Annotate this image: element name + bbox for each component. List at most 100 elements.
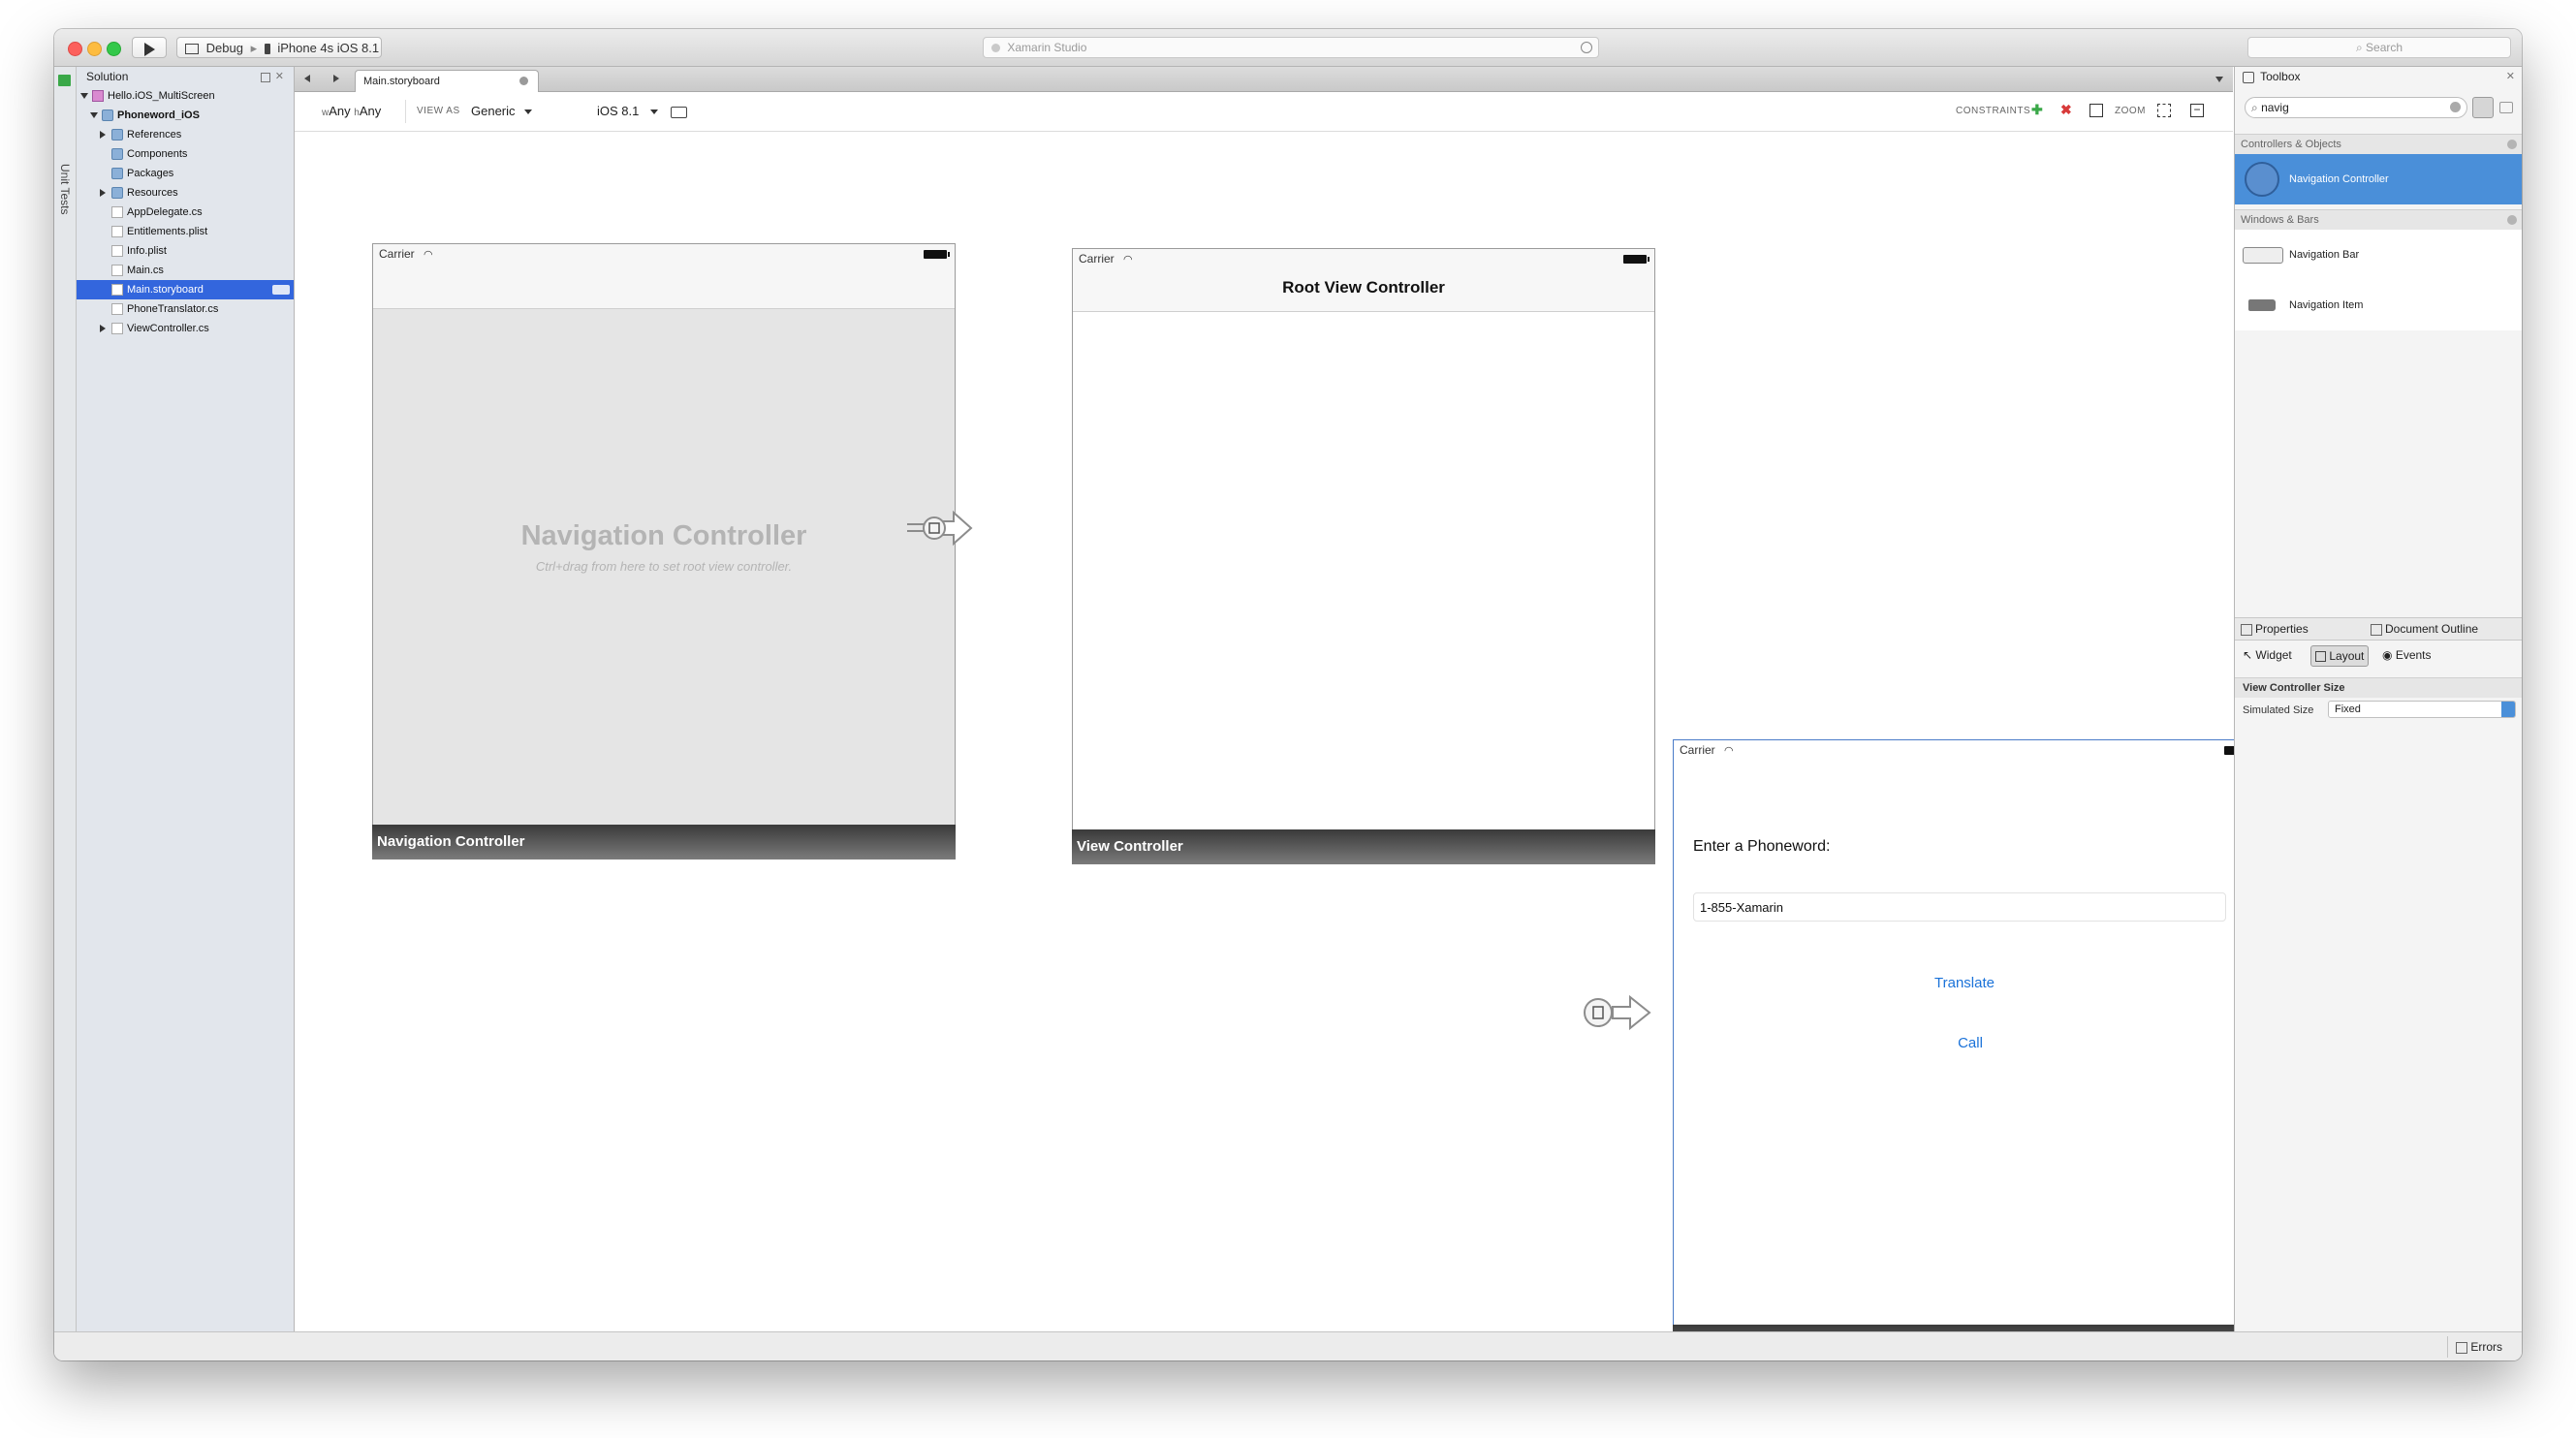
pad-close-icon[interactable]: ✕ [2506,67,2515,86]
storyboard-canvas[interactable]: Carrier ◠ Navigation Controller Ctrl+dra… [295,132,2256,1360]
wifi-icon: ◠ [1123,254,1133,266]
tab-close-icon[interactable] [519,77,528,85]
battery-icon [924,250,950,259]
tree-item[interactable]: Packages [77,164,294,183]
relationship-segue[interactable] [907,505,975,553]
run-button[interactable] [132,37,167,58]
tab-document-outline[interactable]: Document Outline [2371,618,2478,640]
view-as-value: Generic [471,104,516,118]
carrier-label: Carrier [1079,252,1115,266]
view-as-dropdown[interactable]: Generic [471,104,533,118]
tree-item[interactable]: Main.cs [77,261,294,280]
phoneword-view-controller-scene[interactable]: Carrier ◠ Enter a Phoneword: 1-855-Xamar… [1673,739,2256,1360]
remove-constraints-icon[interactable]: ✖ [2060,103,2074,116]
file-icon [111,323,123,334]
dropdown-arrow-icon [524,109,533,115]
section-windows-bars[interactable]: Windows & Bars [2235,209,2522,231]
toolbox-item-navigation-bar[interactable]: Navigation Bar [2235,230,2522,280]
call-button[interactable]: Call [1680,1035,2261,1051]
close-window-button[interactable] [68,42,82,56]
pad-close-icon[interactable]: ✕ [275,67,284,86]
toolbox-item-navigation-controller[interactable]: Navigation Controller [2235,154,2522,204]
tree-item[interactable]: AppDelegate.cs [77,203,294,222]
add-constraints-icon[interactable]: ✚ [2031,103,2045,116]
tree-item-label: Packages [127,168,174,179]
project-icon [102,109,113,121]
disclosure-closed-icon[interactable] [100,325,106,332]
disclosure-open-icon[interactable] [80,93,88,99]
grid-view-toggle[interactable] [2499,102,2513,113]
status-bar: Carrier ◠ [373,244,955,309]
pad-options-icon[interactable] [261,73,270,82]
simulated-size-value: Fixed [2335,703,2361,715]
tab-properties[interactable]: Properties [2241,618,2309,640]
tree-item[interactable]: References [77,125,294,144]
zoom-fit-icon[interactable] [2157,104,2171,117]
subtab-layout[interactable]: Layout [2310,645,2370,667]
tab-main-storyboard[interactable]: Main.storyboard [355,70,539,92]
toolbox-title: Toolbox [2260,70,2301,83]
clear-search-icon[interactable] [2450,102,2461,112]
tree-item[interactable]: Hello.iOS_MultiScreen [77,86,294,106]
properties-section-header: View Controller Size [2235,677,2522,698]
phoneword-text-field[interactable]: 1-855-Xamarin [1693,892,2226,922]
tree-item[interactable]: Phoneword_iOS [77,106,294,125]
build-config-selector[interactable]: Debug ▸ iPhone 4s iOS 8.1 [176,37,382,58]
disclosure-closed-icon[interactable] [100,189,106,197]
list-view-toggle[interactable] [2472,97,2494,118]
size-class-selector[interactable]: wAny hAny [322,104,381,118]
outline-icon [2371,623,2382,636]
ios-version-value: iOS 8.1 [597,104,640,118]
toolbar-divider [405,100,406,123]
zoom-window-button[interactable] [107,42,121,56]
tree-item[interactable]: Entitlements.plist [77,222,294,241]
navigation-controller-scene[interactable]: Carrier ◠ Navigation Controller Ctrl+dra… [372,243,956,860]
carrier-label: Carrier [1680,743,1715,757]
orientation-toggle[interactable] [671,107,687,118]
simulated-size-dropdown[interactable]: Fixed [2328,701,2516,718]
translate-button[interactable]: Translate [1674,975,2255,991]
tree-item[interactable]: Components [77,144,294,164]
update-frames-icon[interactable] [2089,104,2103,117]
collapse-section-icon[interactable] [2507,215,2517,225]
file-icon [111,265,123,276]
disclosure-closed-icon[interactable] [100,131,106,139]
unit-tests-tab[interactable]: Unit Tests [58,164,72,214]
toolbox-search-input[interactable]: ⌕ navig [2245,97,2467,118]
ide-window: Debug ▸ iPhone 4s iOS 8.1 Xamarin Studio… [54,29,2522,1360]
errors-button[interactable]: Errors [2447,1336,2510,1358]
phoneword-text-value: 1-855-Xamarin [1700,900,1783,915]
subtab-events[interactable]: ◉ Events [2382,642,2432,668]
forward-nav-icon[interactable] [333,75,339,82]
section-controllers-objects[interactable]: Controllers & Objects [2235,134,2522,155]
tab-list-dropdown-icon[interactable] [2215,77,2223,82]
toolbox-item-navigation-item[interactable]: Navigation Item [2235,280,2522,330]
disclosure-open-icon[interactable] [90,112,98,118]
left-pad-strip: Unit Tests [54,67,77,1360]
collapse-section-icon[interactable] [2507,140,2517,149]
minimize-window-button[interactable] [87,42,102,56]
tree-item[interactable]: Resources [77,183,294,203]
zoom-out-icon[interactable]: − [2190,104,2204,117]
tree-item-label: AppDelegate.cs [127,206,203,218]
subtab-widget[interactable]: ↖ Widget [2243,642,2292,668]
tree-item[interactable]: ViewController.cs [77,319,294,338]
status-bar-bottom: Errors [54,1331,2522,1360]
ios-version-dropdown[interactable]: iOS 8.1 [597,104,658,118]
tree-item-label: ViewController.cs [127,323,209,334]
storyboard-entry-point[interactable] [1574,989,1661,1038]
root-view-controller-scene[interactable]: Carrier ◠ Root View Controller View Cont… [1072,248,1655,864]
tree-item[interactable]: PhoneTranslator.cs [77,299,294,319]
tree-item[interactable]: Info.plist [77,241,294,261]
unit-tests-icon[interactable] [58,75,71,86]
tree-item[interactable]: Main.storyboard [77,280,294,299]
scene-hint: Ctrl+drag from here to set root view con… [535,559,793,574]
file-icon [111,206,123,218]
item-options-icon[interactable] [272,285,290,295]
global-search-input[interactable]: ⌕ Search [2247,37,2511,58]
file-icon [111,245,123,257]
search-icon: ⌕ [2251,101,2258,114]
wifi-icon: ◠ [1724,745,1734,757]
back-nav-icon[interactable] [304,75,310,82]
navigation-bar-icon [2243,247,2283,264]
